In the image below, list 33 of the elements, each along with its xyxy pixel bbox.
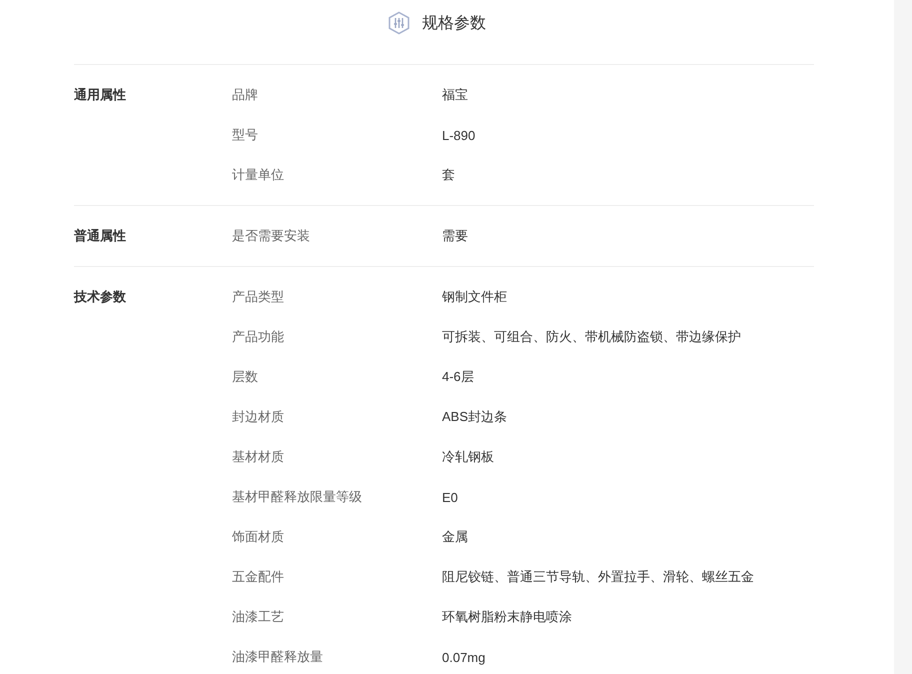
spec-name: 五金配件 — [232, 568, 285, 586]
spec-name: 型号 — [232, 126, 259, 144]
spec-name: 计量单位 — [232, 166, 285, 184]
spec-name: 油漆甲醛释放量 — [232, 648, 324, 666]
spec-name: 基材材质 — [232, 448, 285, 466]
spec-value: 钢制文件柜 — [442, 288, 507, 306]
spec-value: 0.07mg — [442, 650, 486, 664]
group-label: 技术参数 — [74, 289, 126, 304]
spec-name: 产品类型 — [232, 288, 285, 306]
group-label: 普通属性 — [74, 228, 126, 243]
spec-value: 套 — [442, 166, 455, 184]
spec-value: 可拆装、可组合、防火、带机械防盗锁、带边缘保护 — [442, 328, 741, 346]
spec-value: 4-6层 — [442, 368, 474, 386]
group-label: 通用属性 — [74, 87, 126, 102]
spec-name: 层数 — [232, 368, 259, 386]
spec-name: 是否需要安装 — [232, 227, 311, 245]
spec-name: 油漆工艺 — [232, 608, 285, 626]
spec-value: 需要 — [442, 227, 468, 245]
section-title: 规格参数 — [422, 14, 486, 34]
spec-value: L-890 — [442, 128, 476, 142]
sliders-icon — [388, 11, 410, 35]
spec-name: 封边材质 — [232, 408, 285, 426]
spec-name: 基材甲醛释放限量等级 — [232, 488, 363, 506]
spec-value: 冷轧钢板 — [442, 448, 494, 466]
spec-name: 饰面材质 — [232, 528, 285, 546]
spec-value: 福宝 — [442, 86, 468, 104]
spec-value: ABS封边条 — [442, 408, 508, 426]
spec-value: 阻尼铰链、普通三节导轨、外置拉手、滑轮、螺丝五金 — [442, 568, 754, 586]
spec-value: 金属 — [442, 528, 468, 546]
spec-value: E0 — [442, 490, 458, 504]
spec-value: 环氧树脂粉末静电喷涂 — [442, 608, 572, 626]
spec-name: 产品功能 — [232, 328, 285, 346]
spec-name: 品牌 — [232, 86, 259, 104]
